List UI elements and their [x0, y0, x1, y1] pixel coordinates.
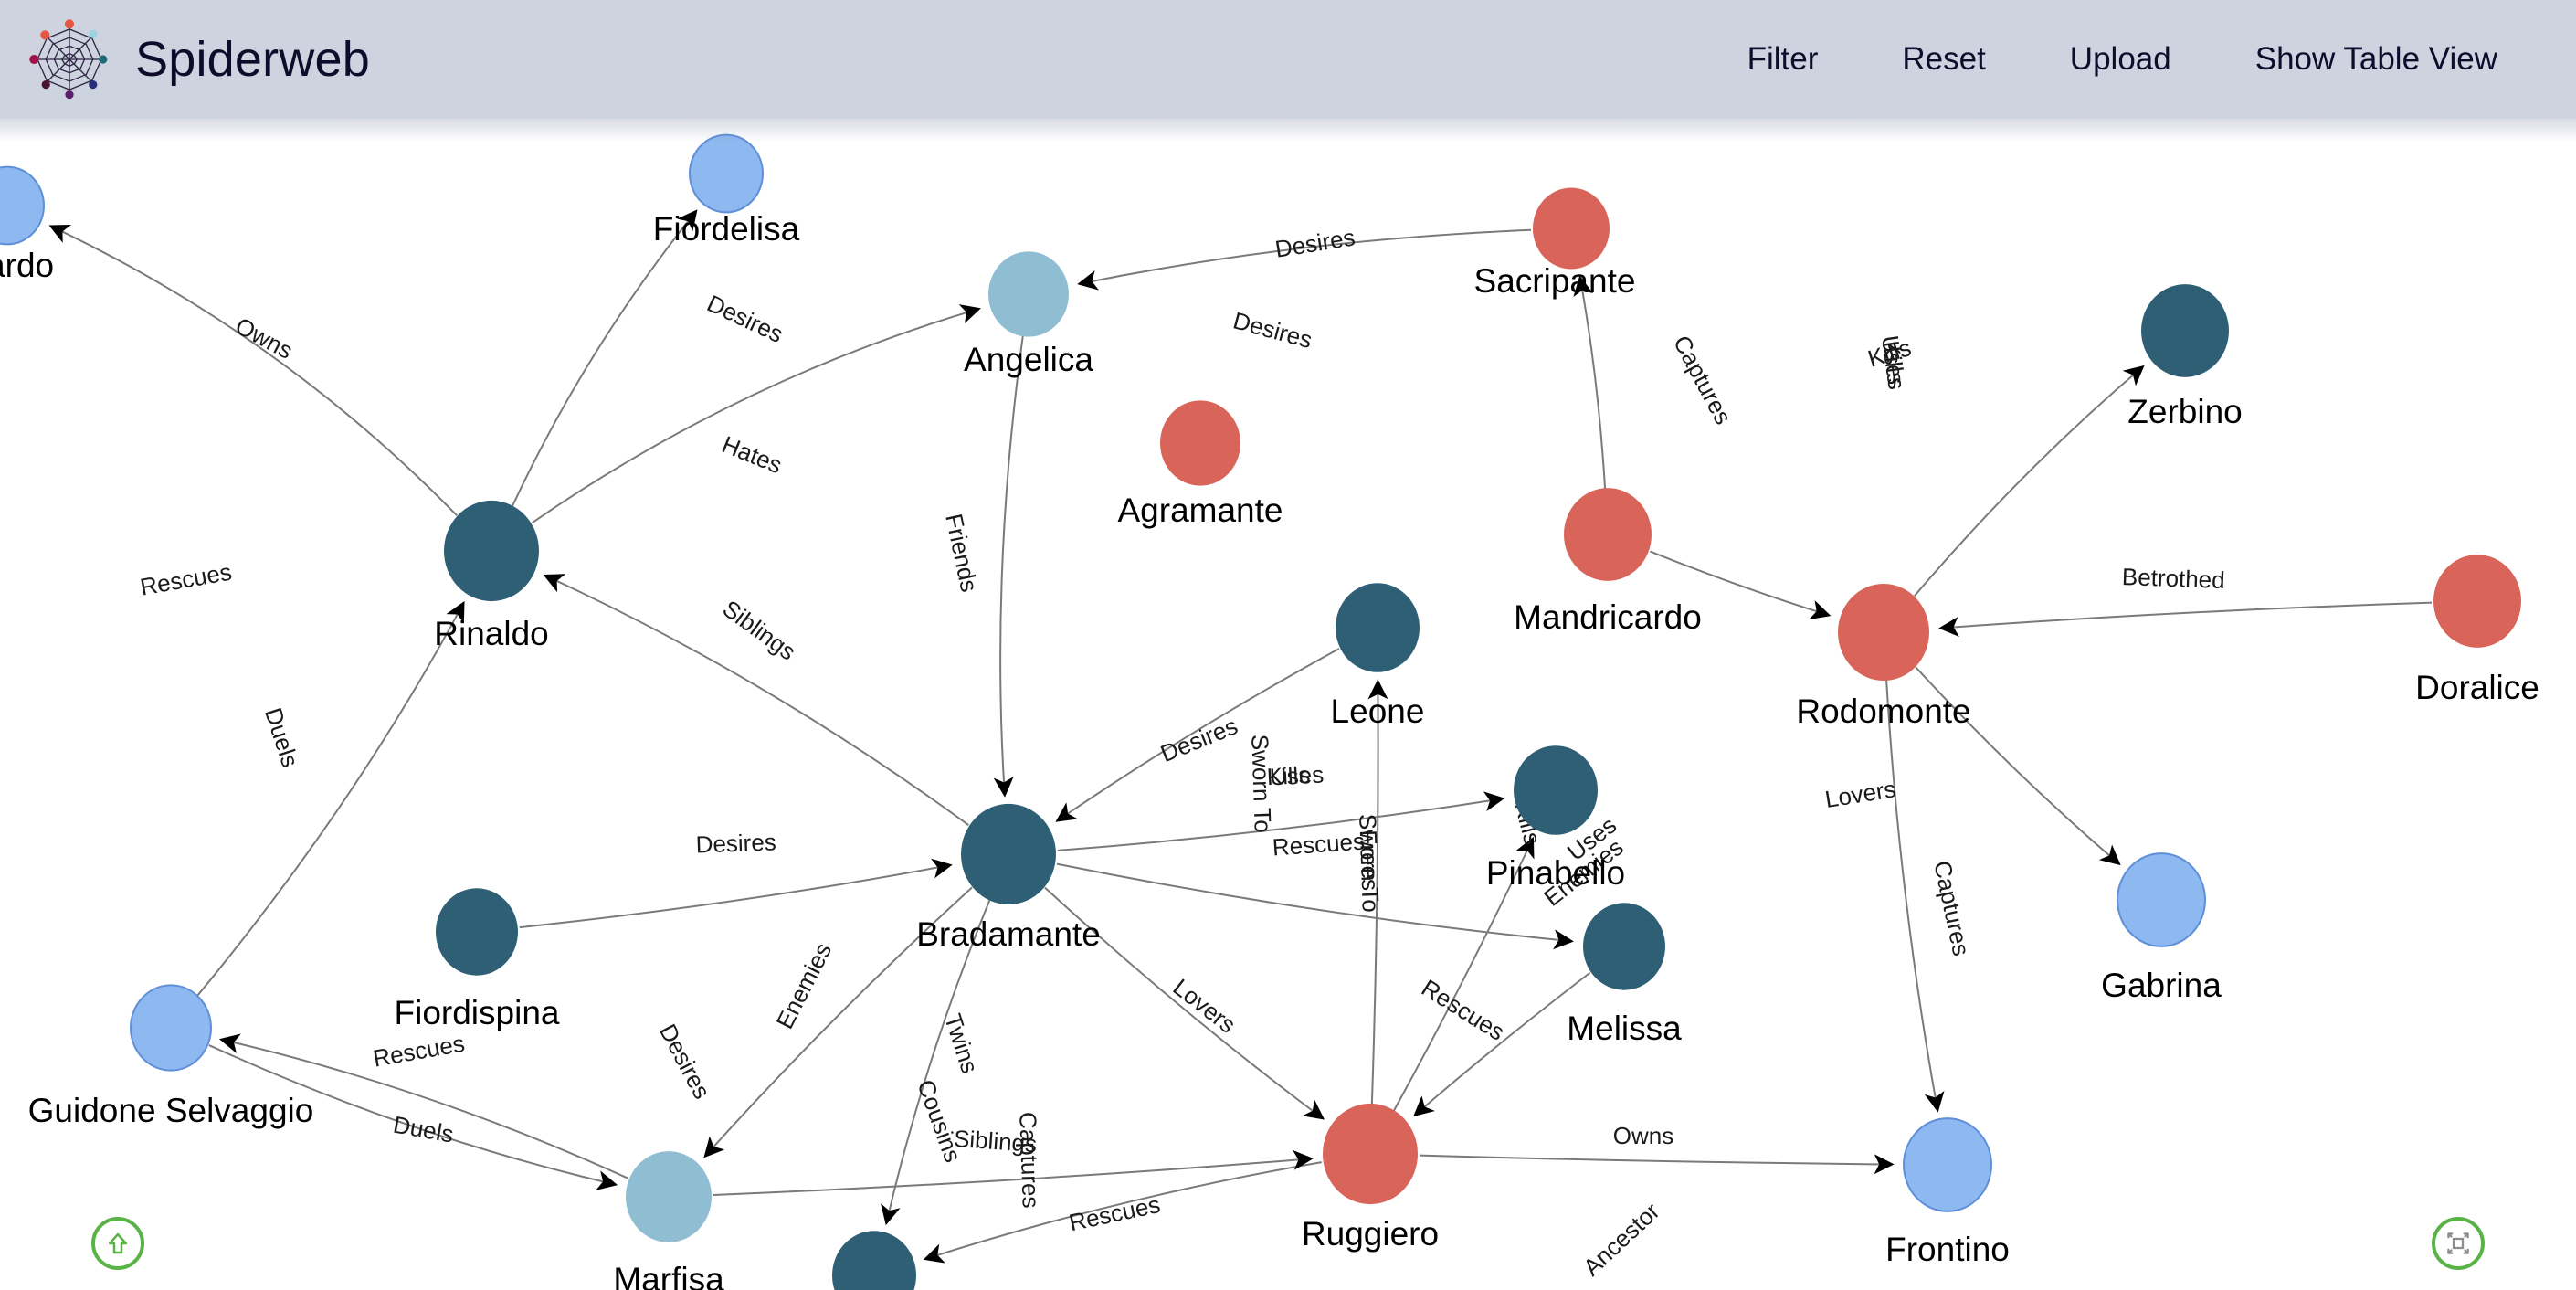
show-table-view-button[interactable]: Show Table View — [2213, 28, 2539, 90]
graph-edge[interactable] — [993, 335, 1024, 798]
graph-node[interactable] — [988, 251, 1069, 337]
edge-label: Betrothed — [2121, 563, 2225, 594]
edge-label: Enemies — [771, 938, 838, 1033]
graph-edge[interactable] — [519, 858, 953, 929]
up-arrow-icon — [109, 1232, 127, 1254]
graph-edge[interactable] — [1913, 365, 2145, 597]
graph-edge[interactable] — [1573, 275, 1607, 490]
graph-node[interactable] — [1583, 903, 1665, 990]
graph-node[interactable] — [1160, 400, 1240, 486]
filter-button[interactable]: Filter — [1705, 28, 1861, 90]
graph-edge[interactable] — [531, 304, 981, 524]
graph-node[interactable] — [2141, 284, 2229, 377]
graph-node[interactable] — [130, 984, 212, 1072]
graph-svg[interactable]: Owns Desires Desires Desires Hates Rescues Sib… — [0, 119, 2576, 1290]
app-header: Spiderweb Filter Reset Upload Show Table… — [0, 0, 2576, 119]
edge-label: Captures — [1014, 1111, 1045, 1208]
graph-node[interactable] — [0, 165, 45, 246]
edge-label: Desires — [1230, 306, 1315, 354]
edge-label: Rescues — [138, 558, 234, 601]
graph-node[interactable] — [626, 1151, 712, 1242]
edges-layer — [48, 209, 2433, 1264]
edge-label: Captures — [1668, 331, 1737, 428]
graph-node[interactable] — [1514, 745, 1598, 835]
graph-node[interactable] — [1903, 1117, 1992, 1212]
nodes-layer[interactable] — [0, 133, 2521, 1290]
graph-edge[interactable] — [511, 209, 698, 507]
edge-label: Lovers — [1823, 775, 1898, 813]
graph-node[interactable] — [444, 500, 539, 602]
edge-label: Rescues — [1272, 828, 1366, 862]
brand: Spiderweb — [27, 17, 370, 101]
edge-label: Rescues — [1067, 1190, 1163, 1236]
edge-label: Cousins — [912, 1076, 966, 1167]
graph-node[interactable] — [961, 803, 1056, 905]
graph-edge[interactable] — [1056, 862, 1574, 950]
edge-label: Hates — [718, 430, 786, 479]
edge-label: Owns — [1613, 1122, 1673, 1149]
graph-edge[interactable] — [1938, 601, 2433, 638]
graph-edge[interactable] — [1393, 836, 1535, 1112]
graph-node[interactable] — [832, 1231, 916, 1290]
graph-node[interactable] — [1336, 583, 1420, 672]
edge-label: Captures — [1928, 858, 1975, 957]
graph-node[interactable] — [1564, 488, 1652, 581]
edge-label: Desires — [1273, 223, 1357, 262]
graph-edge[interactable] — [1419, 1154, 1895, 1175]
edge-label: Friends — [940, 512, 983, 595]
graph-edge[interactable] — [1915, 666, 2121, 866]
edge-label: Desires — [654, 1020, 716, 1104]
graph-edge[interactable] — [196, 600, 465, 997]
edge-label: Parents — [1148, 1285, 1224, 1290]
edge-label: Ancestor — [1578, 1197, 1665, 1281]
spiderweb-logo-icon — [29, 19, 108, 100]
fit-to-screen-icon — [2447, 1232, 2469, 1254]
edge-labels-layer: Owns Desires Desires Desires Hates Rescues Sib… — [138, 223, 2225, 1290]
graph-edge[interactable] — [48, 224, 459, 517]
upload-button[interactable]: Upload — [2028, 28, 2213, 90]
graph-node[interactable] — [1838, 584, 1929, 681]
edge-label: Desires — [1156, 712, 1241, 767]
graph-edge[interactable] — [1650, 550, 1832, 620]
graph-edge[interactable] — [1885, 679, 1945, 1113]
edge-label: Desires — [695, 828, 776, 858]
edge-label: Siblings — [718, 595, 801, 666]
edge-label: Rescues — [371, 1030, 467, 1073]
page-title: Spiderweb — [135, 32, 370, 87]
fit-to-screen-button[interactable] — [2432, 1217, 2485, 1270]
main-nav: Filter Reset Upload Show Table View — [1705, 28, 2539, 90]
edge-label: Duels — [259, 704, 304, 771]
reset-button[interactable]: Reset — [1860, 28, 2027, 90]
spiderweb-app: Spiderweb Filter Reset Upload Show Table… — [0, 0, 2576, 1290]
graph-edge[interactable] — [713, 1149, 1314, 1196]
edge-label: Desires — [703, 290, 788, 348]
edge-label: Owns — [231, 312, 298, 365]
graph-node[interactable] — [1323, 1103, 1418, 1205]
graph-node[interactable] — [2433, 555, 2521, 648]
graph-node[interactable] — [2117, 852, 2206, 947]
edge-label: Uses — [1269, 760, 1325, 790]
recenter-button[interactable] — [91, 1217, 144, 1270]
graph-node[interactable] — [1533, 187, 1610, 270]
edge-label: Rescues — [1417, 974, 1510, 1046]
graph-node[interactable] — [436, 888, 518, 976]
edge-label: Duels — [391, 1111, 456, 1148]
graph-canvas[interactable]: Owns Desires Desires Desires Hates Rescues Sib… — [0, 119, 2576, 1290]
graph-node[interactable] — [689, 133, 764, 214]
edge-label: Frees — [1355, 830, 1384, 891]
edge-label: Twins — [939, 1010, 984, 1076]
